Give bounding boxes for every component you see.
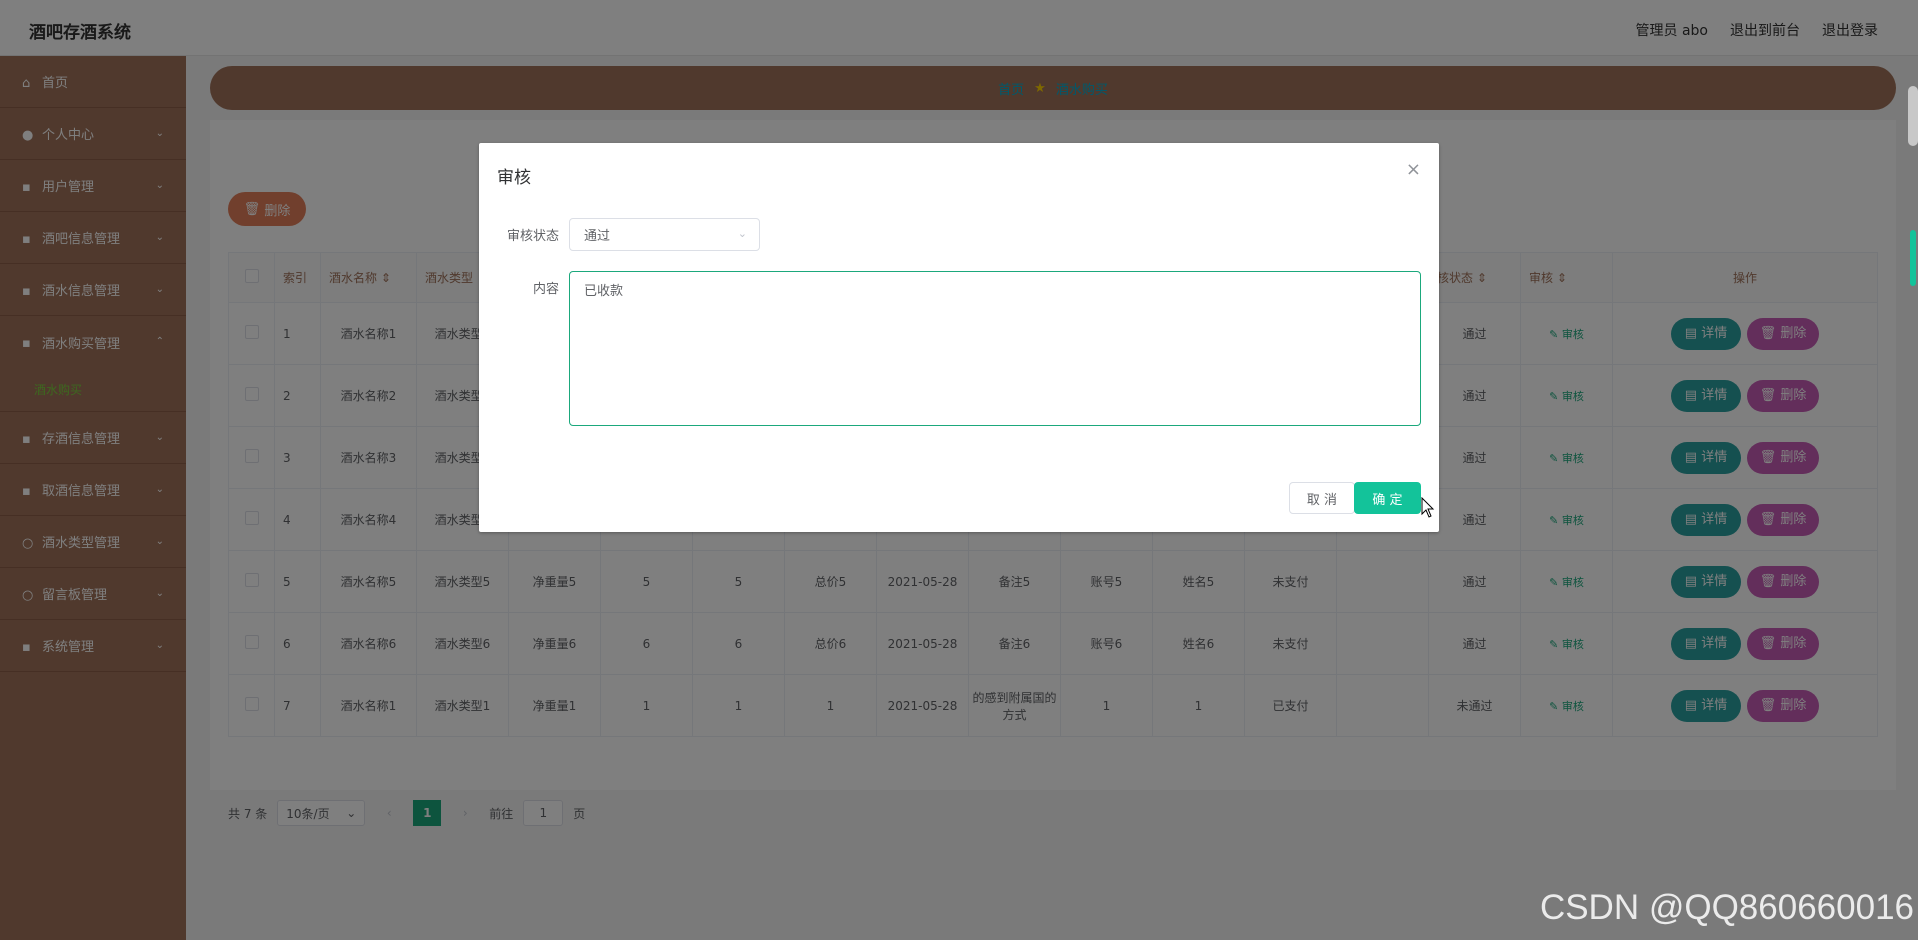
close-icon[interactable]: × (1406, 159, 1421, 180)
mouse-cursor-icon (1421, 497, 1435, 518)
dialog-title: 审核 (497, 168, 531, 188)
status-label: 审核状态 (507, 229, 560, 244)
status-select-value: 通过 (584, 229, 611, 244)
cancel-button[interactable]: 取 消 (1289, 482, 1355, 514)
scrollbar-indicator[interactable] (1910, 230, 1916, 286)
content-label: 内容 (533, 282, 560, 297)
audit-dialog: 审核 × 审核状态 通过 ⌄ 内容 已收款 取 消 确 定 (479, 143, 1439, 532)
watermark: CSDN @QQ860660016 (1539, 888, 1914, 927)
confirm-button[interactable]: 确 定 (1354, 482, 1421, 514)
content-textarea[interactable]: 已收款 (569, 271, 1421, 426)
scrollbar-thumb[interactable] (1908, 86, 1918, 146)
status-select[interactable]: 通过 ⌄ (569, 218, 760, 251)
chevron-down-icon: ⌄ (737, 227, 747, 240)
